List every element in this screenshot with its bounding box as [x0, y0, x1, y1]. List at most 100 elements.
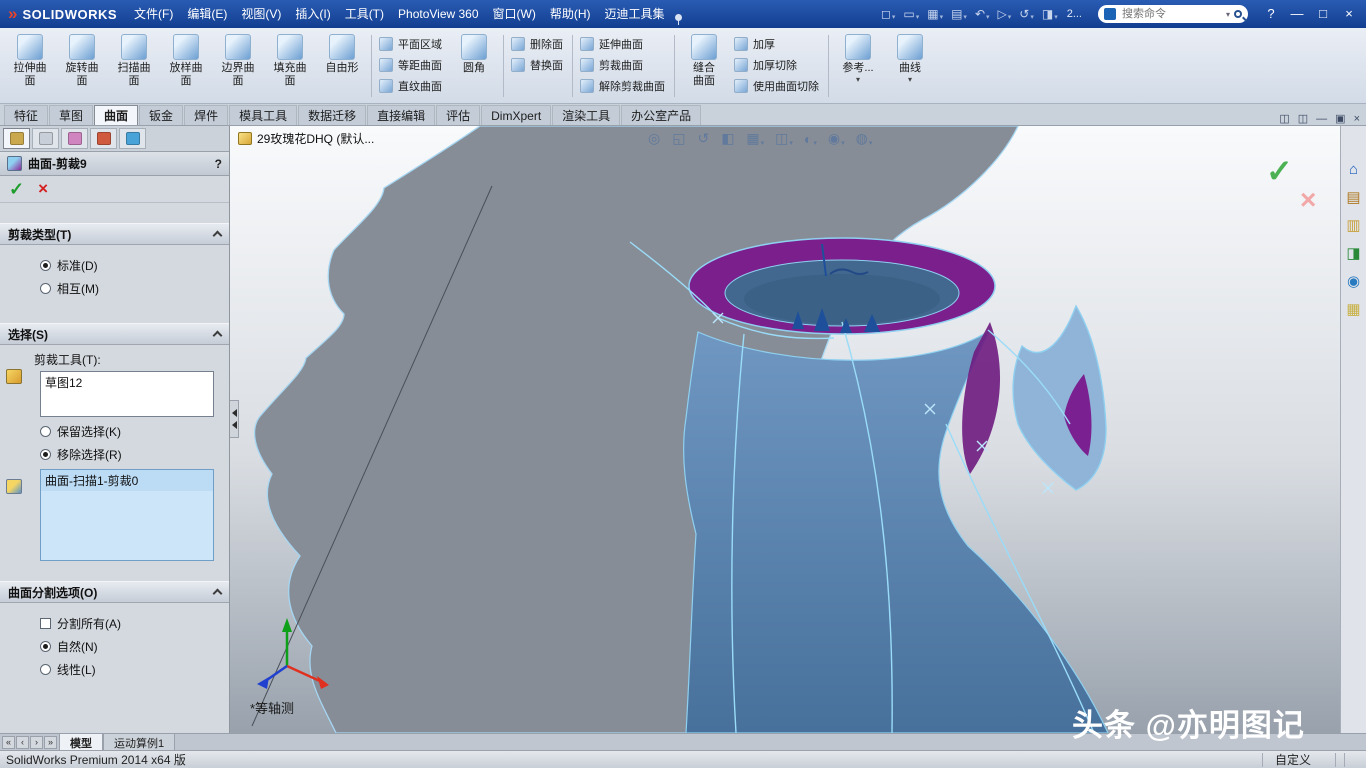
- tab-surfaces[interactable]: 曲面: [94, 105, 138, 125]
- help-button[interactable]: ?: [1258, 0, 1284, 28]
- revolved-surface-button[interactable]: 旋转曲 面: [56, 31, 108, 101]
- save-icon[interactable]: ▦▾: [924, 7, 946, 21]
- prev-tab-button[interactable]: ‹: [16, 736, 29, 749]
- filled-surface-button[interactable]: 填充曲 面: [264, 31, 316, 101]
- tab-sheet-metal[interactable]: 钣金: [139, 105, 183, 125]
- ok-button[interactable]: ✓: [9, 180, 24, 198]
- ruled-surface-button[interactable]: 直纹曲面: [375, 78, 448, 94]
- tab-office-products[interactable]: 办公室产品: [621, 105, 701, 125]
- curves-button[interactable]: 曲线 ▾: [884, 31, 936, 101]
- configuration-manager-tab[interactable]: [61, 128, 88, 149]
- confirmation-ok-button[interactable]: ✓: [1266, 152, 1293, 190]
- last-tab-button[interactable]: »: [44, 736, 57, 749]
- tab-render-tools[interactable]: 渲染工具: [552, 105, 620, 125]
- view-settings-icon[interactable]: ◍▾: [856, 130, 873, 147]
- hide-show-items-icon[interactable]: ◐▾: [804, 131, 817, 147]
- menu-item[interactable]: 窗口(W): [486, 0, 543, 28]
- open-icon[interactable]: ▭▾: [900, 7, 922, 21]
- minimize-button[interactable]: —: [1284, 0, 1310, 28]
- menu-item[interactable]: PhotoView 360: [391, 0, 486, 28]
- options-icon[interactable]: ◨▾: [1039, 7, 1061, 21]
- tab-features[interactable]: 特征: [4, 105, 48, 125]
- tab-dimxpert[interactable]: DimXpert: [481, 105, 551, 125]
- zoom-area-icon[interactable]: ◱: [672, 130, 686, 147]
- trim-type-section-header[interactable]: 剪裁类型(T): [0, 223, 229, 245]
- confirmation-cancel-button[interactable]: ×: [1300, 184, 1316, 216]
- print-icon[interactable]: ▤▾: [948, 7, 970, 21]
- tab-direct-editing[interactable]: 直接编辑: [367, 105, 435, 125]
- boundary-surface-button[interactable]: 边界曲 面: [212, 31, 264, 101]
- display-manager-tab[interactable]: [119, 128, 146, 149]
- zoom-fit-icon[interactable]: ◎: [648, 130, 661, 147]
- trim-tool-selection-box[interactable]: 草图12: [40, 371, 214, 417]
- thicken-button[interactable]: 加厚: [730, 36, 825, 52]
- menu-item[interactable]: 迈迪工具集: [598, 0, 672, 28]
- view-palette-icon[interactable]: ◨: [1346, 246, 1360, 262]
- dimxpert-manager-tab[interactable]: [90, 128, 117, 149]
- viewport-split-icon[interactable]: ◫: [1279, 112, 1289, 125]
- tab-weldments[interactable]: 焊件: [184, 105, 228, 125]
- surface-split-section-header[interactable]: 曲面分割选项(O): [0, 581, 229, 603]
- knit-surface-button[interactable]: 缝合 曲面: [678, 31, 730, 101]
- keep-selections-radio[interactable]: 保留选择(K): [40, 423, 221, 440]
- extend-surface-button[interactable]: 延伸曲面: [576, 36, 671, 52]
- planar-surface-button[interactable]: 平面区域: [375, 36, 448, 52]
- rebuild-icon[interactable]: ↺▾: [1016, 7, 1037, 21]
- menu-item[interactable]: 视图(V): [234, 0, 288, 28]
- tab-data-migration[interactable]: 数据迁移: [298, 105, 366, 125]
- close-button[interactable]: ×: [1336, 0, 1362, 28]
- edit-appearance-icon[interactable]: ◉▾: [828, 130, 845, 147]
- fillet-button[interactable]: 圆角: [448, 31, 500, 101]
- trim-surface-button[interactable]: 剪裁曲面: [576, 57, 671, 73]
- file-explorer-icon[interactable]: ▥: [1346, 218, 1360, 234]
- next-tab-button[interactable]: ›: [30, 736, 43, 749]
- swept-surface-button[interactable]: 扫描曲 面: [108, 31, 160, 101]
- help-icon[interactable]: ?: [215, 157, 222, 171]
- linear-radio[interactable]: 线性(L): [40, 661, 221, 678]
- selection-section-header[interactable]: 选择(S): [0, 323, 229, 345]
- tab-mold-tools[interactable]: 模具工具: [229, 105, 297, 125]
- cancel-button[interactable]: ×: [38, 180, 48, 198]
- pin-icon[interactable]: [674, 14, 684, 24]
- menu-item[interactable]: 文件(F): [127, 0, 180, 28]
- feature-tree-root[interactable]: 29玫瑰花DHQ (默认...: [238, 130, 374, 147]
- viewport-split-horizontal-icon[interactable]: ◫: [1298, 112, 1308, 125]
- undo-icon[interactable]: ↶▾: [972, 7, 993, 21]
- appearances-scenes-icon[interactable]: ◉: [1347, 274, 1360, 290]
- menu-item[interactable]: 编辑(E): [180, 0, 234, 28]
- doc-minimize-button[interactable]: —: [1316, 113, 1327, 125]
- previous-view-icon[interactable]: ↺: [697, 130, 710, 147]
- view-orientation-icon[interactable]: ▦▾: [746, 130, 764, 147]
- extruded-surface-button[interactable]: 拉伸曲 面: [4, 31, 56, 101]
- menu-item[interactable]: 工具(T): [338, 0, 391, 28]
- untrim-surface-button[interactable]: 解除剪裁曲面: [576, 78, 671, 94]
- list-item[interactable]: 曲面-扫描1-剪裁0: [41, 470, 213, 491]
- doc-close-button[interactable]: ×: [1354, 113, 1360, 125]
- replace-face-button[interactable]: 替换面: [507, 57, 569, 73]
- model-tab[interactable]: 模型: [59, 734, 103, 750]
- custom-properties-icon[interactable]: ▦: [1346, 302, 1360, 318]
- offset-surface-button[interactable]: 等距曲面: [375, 57, 448, 73]
- pieces-to-remove-listbox[interactable]: 曲面-扫描1-剪裁0: [40, 469, 214, 561]
- cut-with-surface-button[interactable]: 使用曲面切除: [730, 78, 825, 94]
- tab-evaluate[interactable]: 评估: [436, 105, 480, 125]
- search-dropdown-icon[interactable]: ▾: [1226, 10, 1230, 19]
- natural-radio[interactable]: 自然(N): [40, 638, 221, 655]
- maximize-button[interactable]: □: [1310, 0, 1336, 28]
- standard-radio[interactable]: 标准(D): [40, 257, 221, 274]
- select-icon[interactable]: ▷▾: [995, 7, 1015, 21]
- new-document-icon[interactable]: ◻▾: [878, 7, 898, 21]
- customize-button[interactable]: 自定义: [1271, 751, 1327, 768]
- menu-item[interactable]: 帮助(H): [543, 0, 598, 28]
- section-view-icon[interactable]: ◧: [721, 130, 735, 147]
- display-style-icon[interactable]: ◫▾: [775, 130, 793, 147]
- search-input[interactable]: [1120, 7, 1222, 21]
- motion-study-tab[interactable]: 运动算例1: [103, 734, 175, 750]
- freeform-button[interactable]: 自由形: [316, 31, 368, 101]
- split-all-checkbox[interactable]: 分割所有(A): [40, 615, 221, 632]
- design-library-icon[interactable]: ▤: [1346, 190, 1360, 206]
- delete-face-button[interactable]: 删除面: [507, 36, 569, 52]
- command-search-box[interactable]: ▾: [1098, 5, 1248, 23]
- menu-item[interactable]: 插入(I): [288, 0, 337, 28]
- thickened-cut-button[interactable]: 加厚切除: [730, 57, 825, 73]
